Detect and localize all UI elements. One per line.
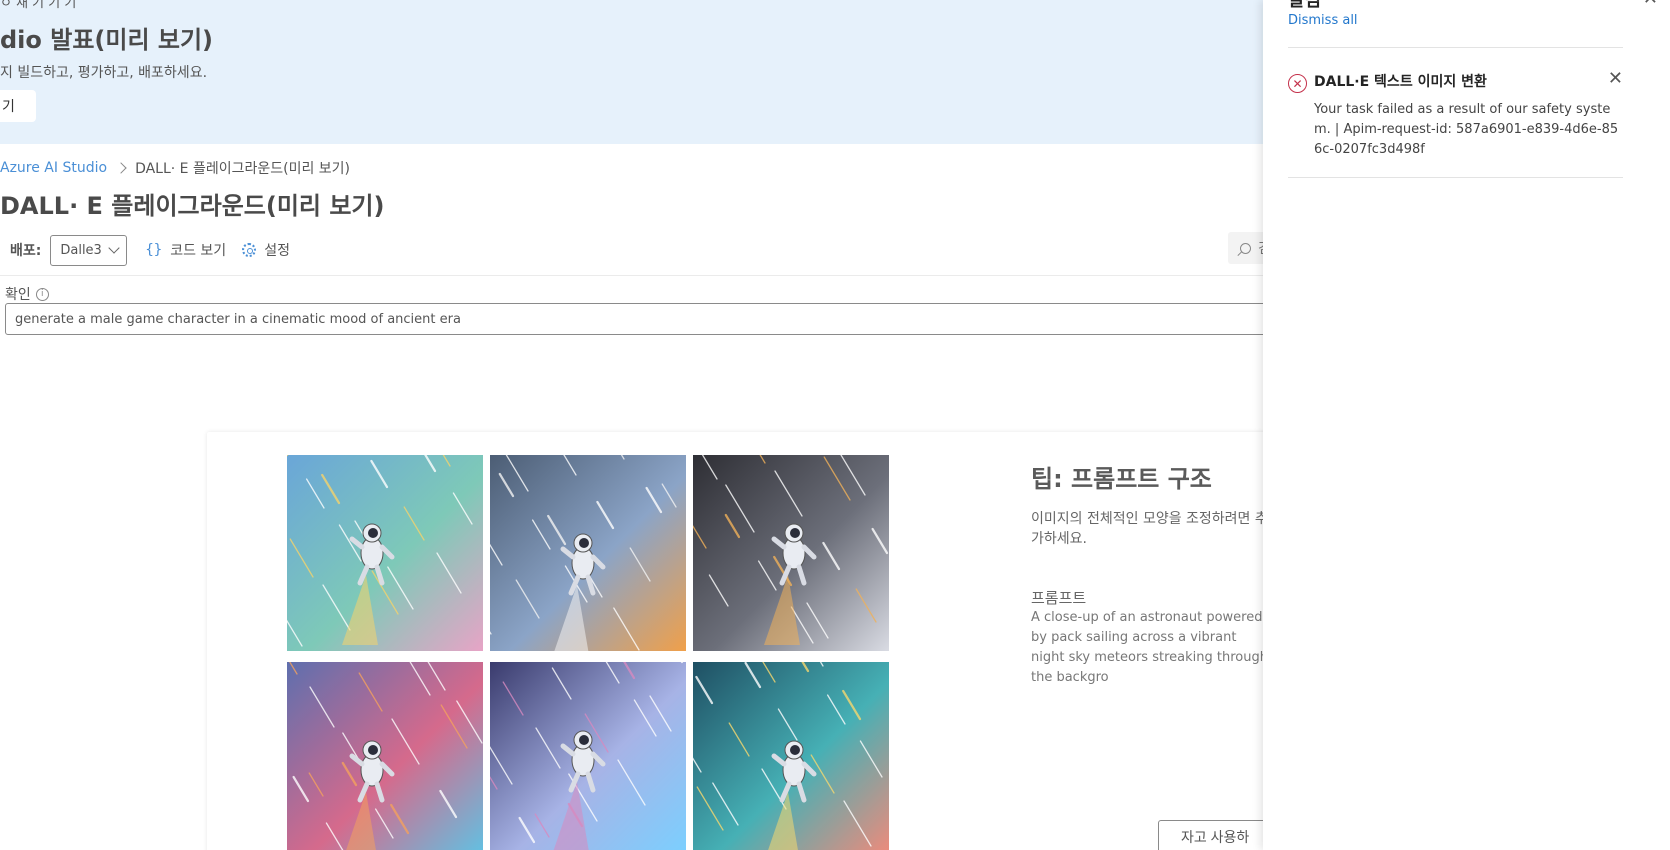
tip-prompt-text: A close-up of an astronaut powered by pa… [1031, 610, 1268, 685]
info-icon[interactable]: i [35, 287, 49, 301]
code-braces-icon: {} [145, 242, 163, 258]
notification-item: ✕ DALL·E 텍스트 이미지 변환 ✕ Your task failed a… [1288, 58, 1623, 176]
astronaut-image-2[interactable] [490, 455, 686, 651]
astronaut-image-4[interactable] [287, 662, 483, 850]
settings-label: 설정 [264, 243, 290, 259]
notification-close-icon[interactable]: ✕ [1608, 68, 1623, 89]
deploy-label: 배포: [10, 243, 42, 259]
tip-title: 팁: 프롬프트 구조 [1031, 465, 1212, 493]
breadcrumb-root-link[interactable]: Azure AI Studio [0, 160, 107, 176]
view-code-label: 코드 보기 [170, 243, 227, 259]
image-4-svg [287, 662, 483, 850]
notifications-panel: 알림 ✕ Dismiss all ✕ DALL·E 텍스트 이미지 변환 ✕ Y… [1263, 0, 1670, 850]
toolbar-divider [0, 275, 1300, 276]
chevron-down-icon [108, 242, 121, 254]
notification-divider [1288, 47, 1623, 48]
deployment-dropdown[interactable]: Dalle3 [50, 234, 128, 266]
notification-divider [1288, 177, 1623, 178]
prompt-label: 확인 i [5, 284, 49, 304]
image-background [287, 662, 483, 850]
banner-title: dio 발표(미리 보기) [0, 26, 214, 54]
settings-button[interactable]: 설정 [242, 240, 290, 260]
astronaut-image-6[interactable] [693, 662, 889, 850]
search-icon [1240, 242, 1251, 254]
view-code-button[interactable]: {} 코드 보기 [145, 240, 226, 260]
breadcrumb-current: DALL· E 플레이그라운드(미리 보기) [135, 161, 351, 177]
astronaut-image-5[interactable] [490, 662, 686, 850]
toolbar: 배포: Dalle3 {} 코드 보기 설정 [10, 234, 306, 266]
banner-subtitle: 지 빌드하고, 평가하고, 배포하세요. [0, 65, 208, 81]
notification-title: DALL·E 텍스트 이미지 변환 [1314, 74, 1487, 90]
tip-description: 이미지의 전체적인 모양을 조정하려면 추가하세요. [1031, 511, 1268, 547]
astronaut-image-1[interactable] [287, 455, 483, 651]
image-1-svg [287, 455, 483, 651]
notification-body: Your task failed as a result of our safe… [1314, 102, 1619, 157]
breadcrumb: Azure AI Studio DALL· E 플레이그라운드(미리 보기) [0, 158, 350, 178]
image-5-svg [490, 662, 686, 850]
notifications-heading: 알림 [1288, 0, 1322, 11]
banner-top-text: ㅇ 새 기 기 기 [0, 0, 77, 11]
page-title: DALL· E 플레이그라운드(미리 보기) [0, 192, 385, 220]
error-icon: ✕ [1288, 74, 1307, 93]
chevron-right-icon [115, 162, 127, 174]
image-2-svg [490, 455, 686, 651]
dismiss-all-link[interactable]: Dismiss all [1288, 13, 1358, 28]
gear-icon [242, 243, 257, 257]
prompt-input[interactable] [5, 303, 1305, 335]
deployment-value: Dalle3 [60, 242, 102, 258]
tip-prompt-heading: 프롬프트 [1031, 589, 1087, 607]
panel-close-icon[interactable]: ✕ [1643, 0, 1658, 9]
image-6-svg [693, 662, 889, 850]
banner-action-button[interactable]: 기 [0, 90, 36, 122]
astronaut-image-3[interactable] [693, 455, 889, 651]
prompt-label-text: 확인 [5, 287, 31, 303]
image-3-svg [693, 455, 889, 651]
